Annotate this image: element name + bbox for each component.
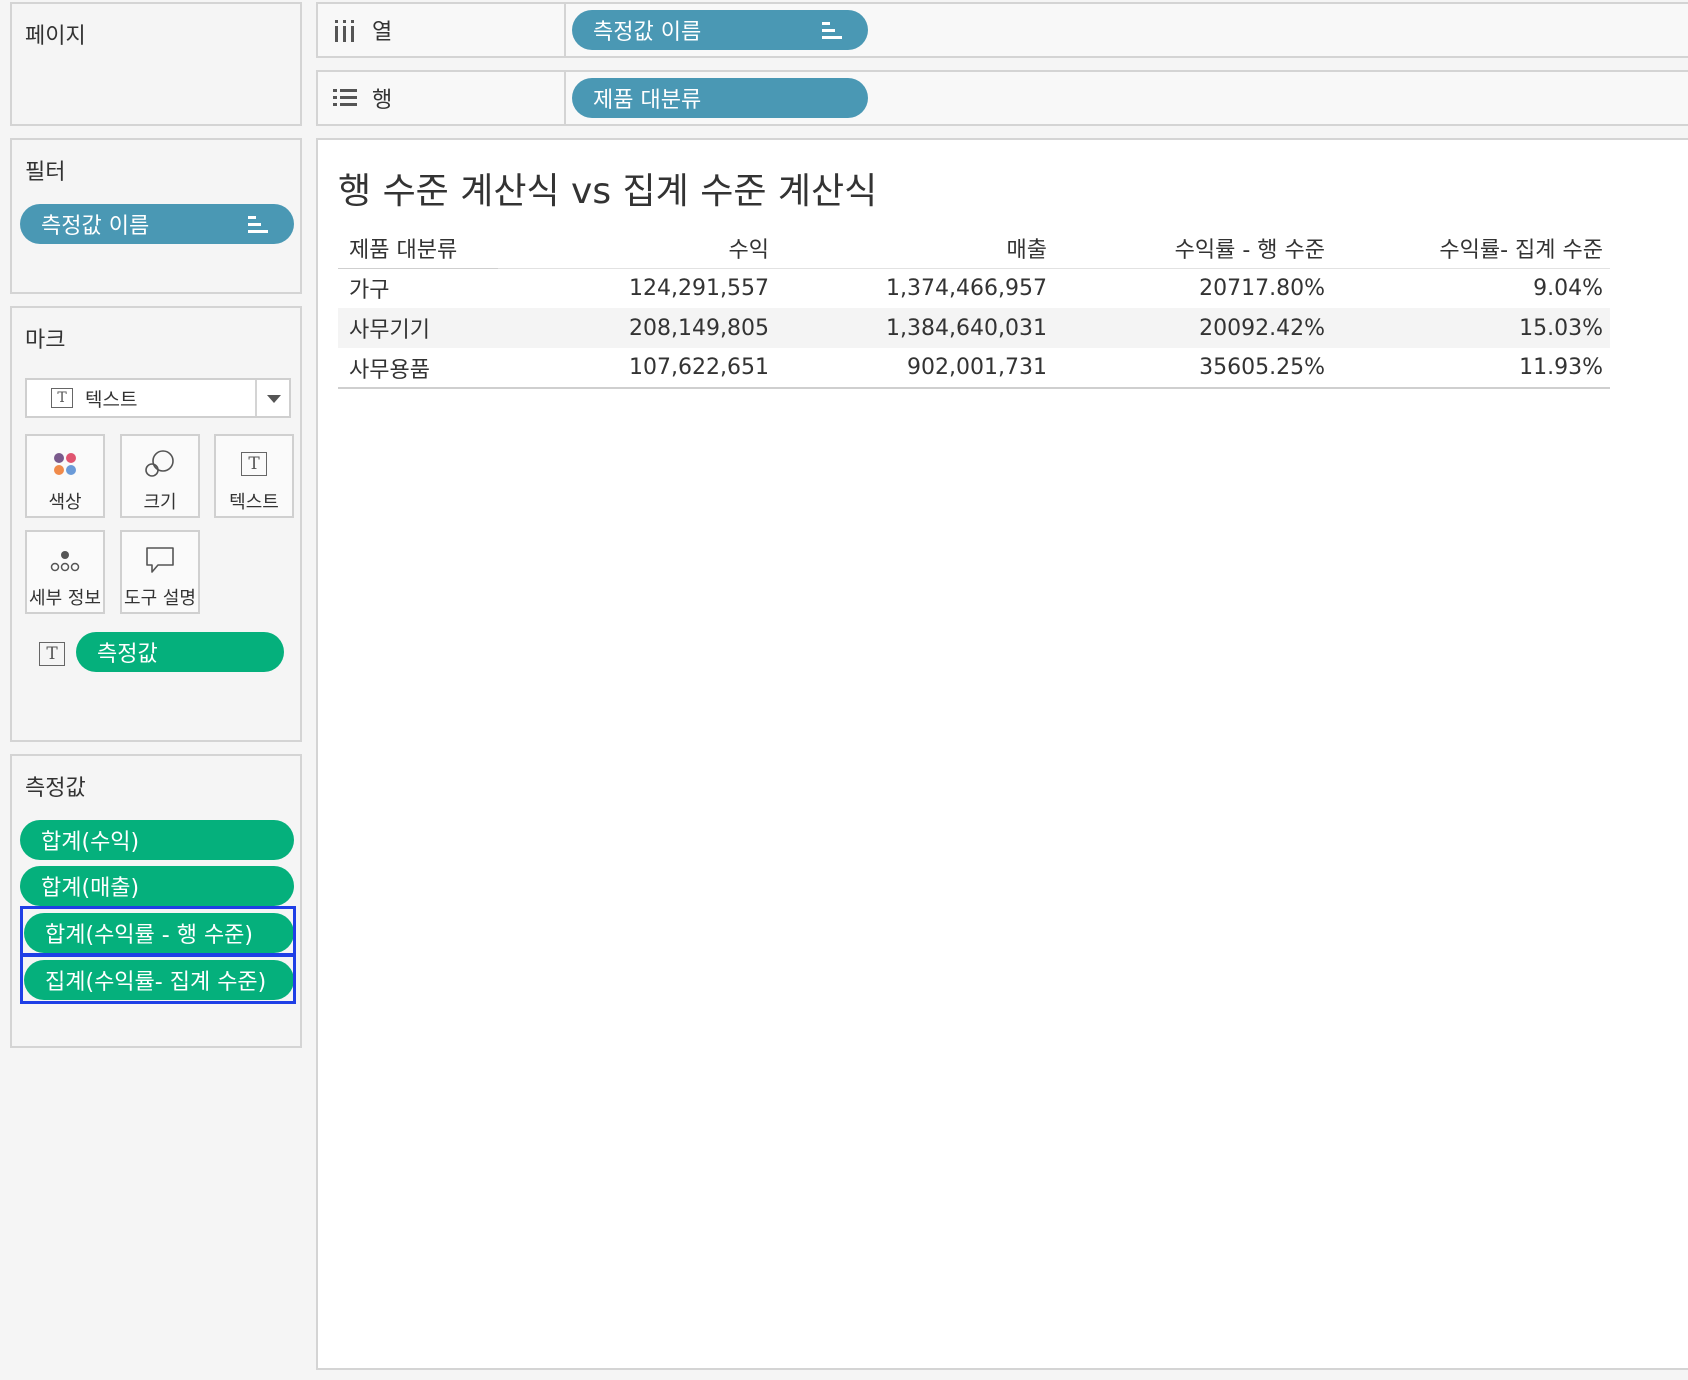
- mark-type-dropdown[interactable]: T 텍스트: [25, 378, 291, 418]
- row-category-cell[interactable]: 가구: [338, 268, 498, 308]
- columns-pill-measure-names[interactable]: 측정값 이름: [572, 10, 868, 50]
- size-button[interactable]: 크기: [120, 434, 200, 518]
- measure-pill-label: 합계(수익): [41, 830, 140, 855]
- table-header-row: 제품 대분류 수익 매출 수익률 - 행 수준 수익률- 집계 수준: [338, 228, 1610, 269]
- rows-pill-category[interactable]: 제품 대분류: [572, 78, 868, 118]
- color-icon: [45, 448, 85, 480]
- measure-pill-sum-profit[interactable]: 합계(수익): [20, 820, 294, 860]
- table-row: 사무용품 107,622,651 902,001,731 35605.25% 1…: [338, 348, 1610, 389]
- rows-shelf-label: 행: [318, 72, 566, 124]
- text-button[interactable]: T 텍스트: [214, 434, 294, 518]
- table-row: 사무기기 208,149,805 1,384,640,031 20092.42%…: [338, 308, 1610, 348]
- rows-pill-label: 제품 대분류: [593, 88, 702, 113]
- columns-label-text: 열: [372, 20, 393, 45]
- text-icon-glyph: T: [241, 452, 267, 476]
- highlight-box-row-level: [20, 906, 296, 956]
- text-icon: T: [51, 388, 73, 408]
- color-label: 색상: [48, 492, 82, 513]
- viz-area: 행 수준 계산식 vs 집계 수준 계산식 제품 대분류 수익 매출 수익률 -…: [316, 138, 1688, 1370]
- detail-button[interactable]: 세부 정보: [25, 530, 105, 614]
- marks-field-label: 측정값: [97, 642, 158, 667]
- dropdown-divider: [255, 380, 257, 416]
- header-profit[interactable]: 수익: [498, 228, 776, 269]
- filters-panel: 필터 측정값 이름: [10, 138, 302, 294]
- row-category-cell[interactable]: 사무기기: [338, 308, 498, 348]
- rows-shelf[interactable]: 행 제품 대분류: [316, 70, 1688, 126]
- columns-icon: [332, 19, 358, 42]
- row-category-cell[interactable]: 사무용품: [338, 348, 498, 389]
- data-table: 제품 대분류 수익 매출 수익률 - 행 수준 수익률- 집계 수준 가구 12…: [338, 228, 1610, 389]
- viz-title: 행 수준 계산식 vs 집계 수준 계산식: [338, 171, 878, 212]
- table-cell[interactable]: 1,374,466,957: [776, 268, 1054, 308]
- tooltip-label: 도구 설명: [124, 588, 196, 609]
- sort-icon: [248, 215, 268, 233]
- detail-label: 세부 정보: [29, 588, 101, 609]
- size-label: 크기: [143, 492, 177, 513]
- pages-title: 페이지: [25, 24, 86, 49]
- text-icon: T: [234, 448, 274, 480]
- color-button[interactable]: 색상: [25, 434, 105, 518]
- header-agg-level-margin[interactable]: 수익률- 집계 수준: [1332, 228, 1610, 269]
- measure-pill-label: 합계(매출): [41, 876, 140, 901]
- measure-pill-sum-sales[interactable]: 합계(매출): [20, 866, 294, 906]
- columns-shelf-label: 열: [318, 4, 566, 56]
- table-cell[interactable]: 11.93%: [1332, 348, 1610, 389]
- header-category[interactable]: 제품 대분류: [338, 228, 498, 269]
- table-cell[interactable]: 208,149,805: [498, 308, 776, 348]
- table-cell[interactable]: 15.03%: [1332, 308, 1610, 348]
- rows-icon: [332, 87, 358, 109]
- header-sales[interactable]: 매출: [776, 228, 1054, 269]
- rows-label-text: 행: [372, 88, 393, 113]
- table-cell[interactable]: 107,622,651: [498, 348, 776, 389]
- marks-title: 마크: [25, 328, 66, 353]
- mark-type-value: 텍스트: [85, 388, 138, 411]
- table-row: 가구 124,291,557 1,374,466,957 20717.80% 9…: [338, 268, 1610, 308]
- tooltip-icon: [140, 544, 180, 576]
- marks-panel: 마크 T 텍스트 색상 크기 T 텍스트 세부 정보 도구 설명 T 측정값: [10, 306, 302, 742]
- table-cell[interactable]: 20717.80%: [1054, 268, 1332, 308]
- detail-icon: [45, 544, 85, 576]
- table-cell[interactable]: 35605.25%: [1054, 348, 1332, 389]
- text-icon: T: [39, 642, 65, 666]
- table-cell[interactable]: 902,001,731: [776, 348, 1054, 389]
- tooltip-button[interactable]: 도구 설명: [120, 530, 200, 614]
- filters-title: 필터: [25, 160, 66, 185]
- highlight-box-agg-level: [20, 954, 296, 1004]
- table-cell[interactable]: 1,384,640,031: [776, 308, 1054, 348]
- table-cell[interactable]: 9.04%: [1332, 268, 1610, 308]
- marks-field-pill[interactable]: 측정값: [76, 632, 284, 672]
- text-label: 텍스트: [229, 492, 279, 513]
- columns-pill-label: 측정값 이름: [593, 20, 702, 45]
- chevron-down-icon: [267, 395, 281, 403]
- pages-panel: 페이지: [10, 2, 302, 126]
- header-row-level-margin[interactable]: 수익률 - 행 수준: [1054, 228, 1332, 269]
- filter-pill-measure-names[interactable]: 측정값 이름: [20, 204, 294, 244]
- sort-icon: [822, 21, 842, 39]
- columns-shelf[interactable]: 열 측정값 이름: [316, 2, 1688, 58]
- filter-pill-label: 측정값 이름: [41, 214, 150, 239]
- table-cell[interactable]: 124,291,557: [498, 268, 776, 308]
- size-icon: [140, 448, 180, 480]
- measure-values-title: 측정값: [25, 776, 86, 801]
- table-cell[interactable]: 20092.42%: [1054, 308, 1332, 348]
- measure-values-panel: 측정값 합계(수익) 합계(매출) 합계(수익률 - 행 수준) 집계(수익률-…: [10, 754, 302, 1048]
